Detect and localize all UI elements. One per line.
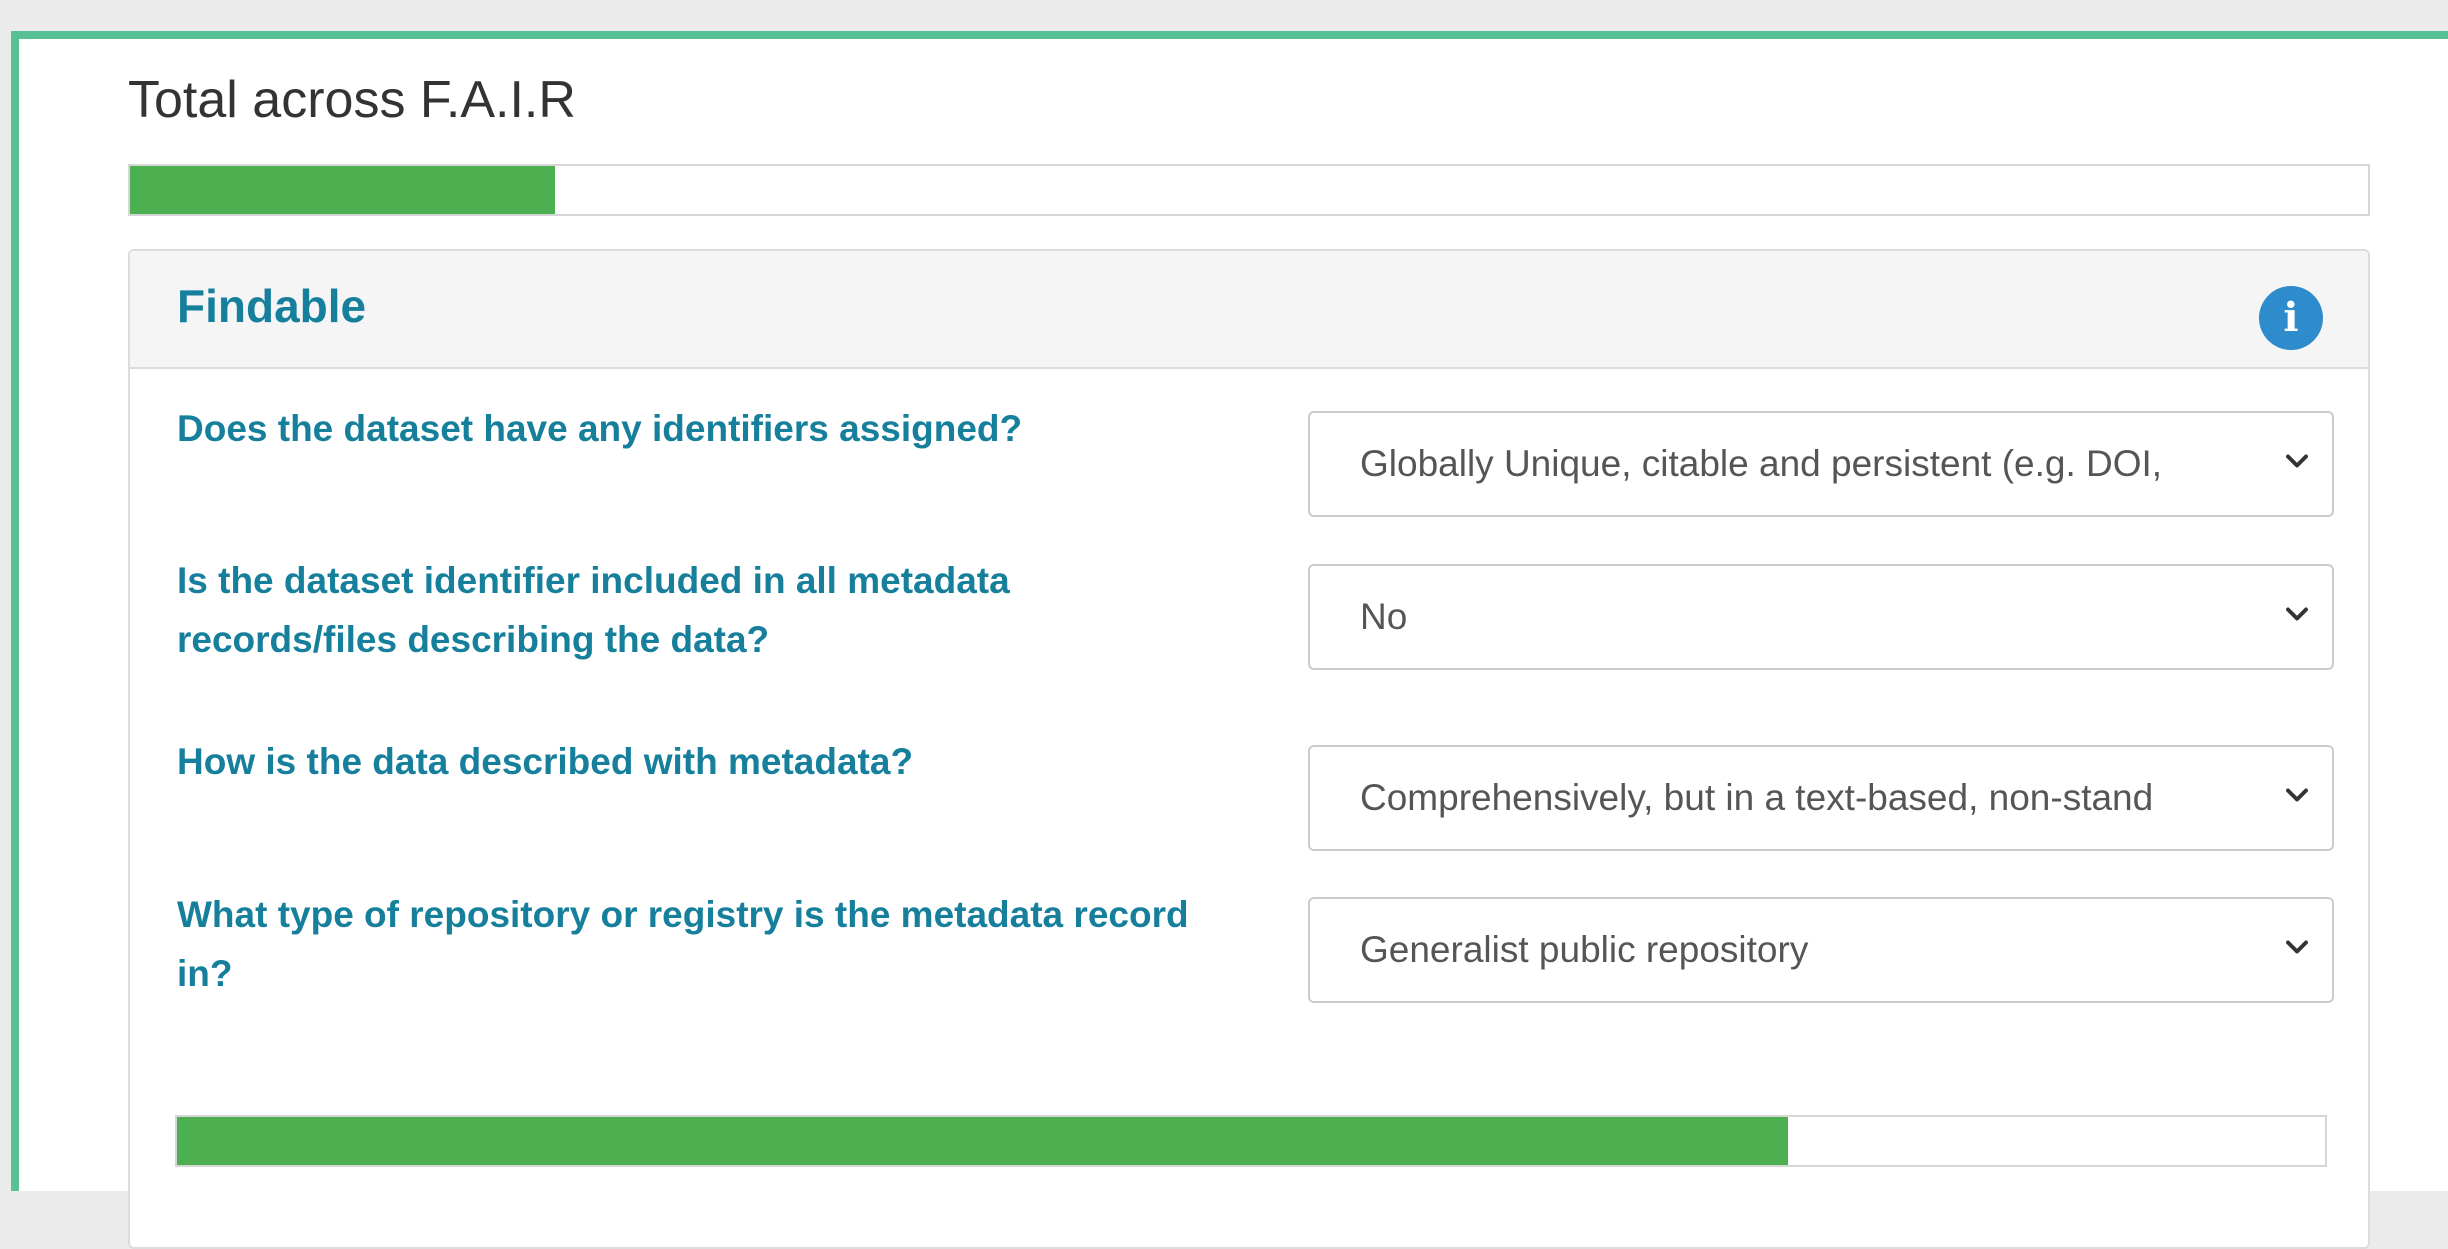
total-progress-bar xyxy=(128,164,2370,216)
metadata-description-select-value: Comprehensively, but in a text-based, no… xyxy=(1360,777,2154,818)
question-repository-type-label: What type of repository or registry is t… xyxy=(177,894,1189,994)
identifiers-select[interactable]: Globally Unique, citable and persistent … xyxy=(1308,411,2334,517)
chevron-down-icon xyxy=(2286,940,2308,954)
chevron-down-icon xyxy=(2286,454,2308,468)
assessment-frame: Total across F.A.I.R Findable i Does the… xyxy=(11,31,2448,1249)
findable-panel-header: Findable i xyxy=(130,251,2368,369)
question-identifiers-label: Does the dataset have any identifiers as… xyxy=(177,408,1023,449)
findable-progress-fill xyxy=(177,1117,1788,1165)
repository-type-select-value: Generalist public repository xyxy=(1360,929,1809,970)
metadata-description-select[interactable]: Comprehensively, but in a text-based, no… xyxy=(1308,745,2334,851)
identifier-in-metadata-select-value: No xyxy=(1360,596,1408,637)
findable-progress-bar xyxy=(175,1115,2327,1167)
total-progress-fill xyxy=(130,166,556,214)
chevron-down-icon xyxy=(2286,788,2308,802)
findable-panel: Findable i Does the dataset have any ide… xyxy=(128,249,2370,1249)
question-metadata-description-label: How is the data described with metadata? xyxy=(177,741,914,782)
info-icon[interactable]: i xyxy=(2259,286,2323,350)
findable-title: Findable xyxy=(177,280,367,332)
question-identifier-in-metadata-label: Is the dataset identifier included in al… xyxy=(177,560,1010,660)
repository-type-select[interactable]: Generalist public repository xyxy=(1308,897,2334,1003)
identifier-in-metadata-select[interactable]: No xyxy=(1308,564,2334,670)
chevron-down-icon xyxy=(2286,607,2308,621)
total-title: Total across F.A.I.R xyxy=(128,71,576,129)
identifiers-select-value: Globally Unique, citable and persistent … xyxy=(1360,443,2163,484)
